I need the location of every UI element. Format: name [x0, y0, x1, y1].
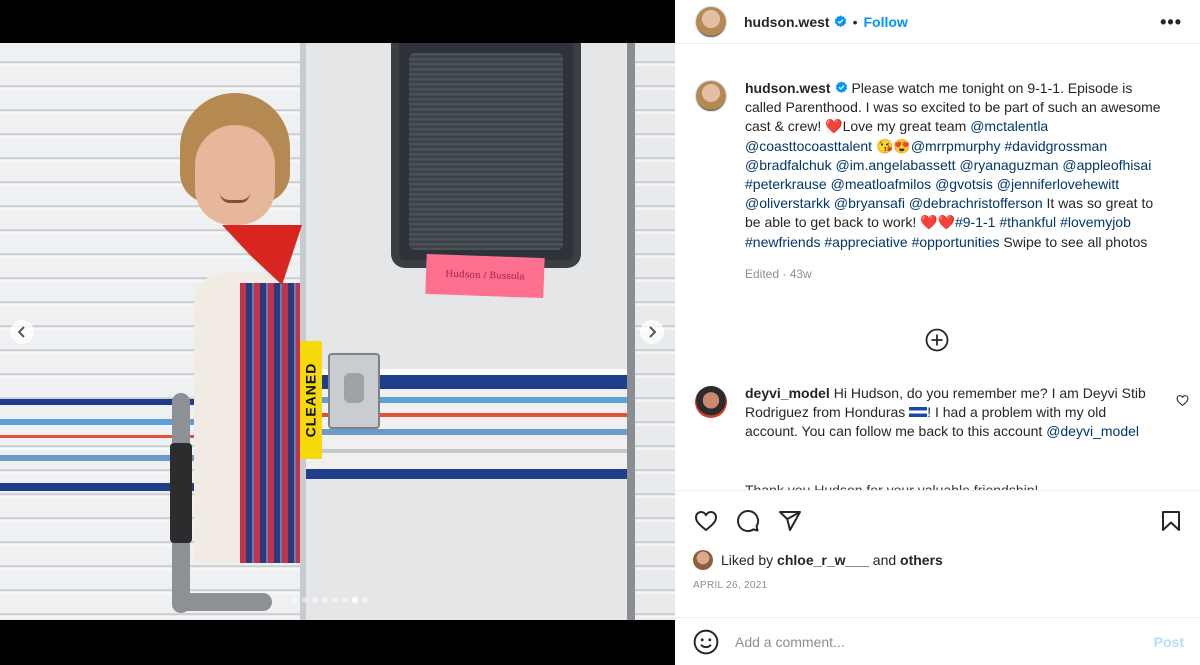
liker-avatar[interactable] [693, 550, 713, 570]
author-avatar[interactable] [695, 5, 727, 38]
caption-link[interactable]: @mctalentla [970, 118, 1048, 134]
grab-rail-grip [170, 443, 192, 543]
caption-emojis: 😘😍 [875, 137, 911, 154]
grab-rail-base [172, 593, 272, 611]
honduras-flag-emoji [909, 407, 928, 418]
caption-link[interactable]: @mrrpmurphy [911, 138, 1001, 154]
caption-author-avatar[interactable] [695, 80, 727, 112]
caption-heart-emoji: ❤️ [825, 118, 843, 135]
action-bar [675, 491, 1200, 551]
caption-link[interactable]: @debrachristofferson [909, 195, 1043, 211]
share-button[interactable] [777, 508, 803, 534]
carousel-next-button[interactable] [640, 320, 664, 344]
caption-link[interactable]: @bradfalchuk [745, 157, 832, 173]
caption-link[interactable]: #9-1-1 [955, 214, 995, 230]
chevron-right-icon [649, 326, 656, 338]
liked-by-others[interactable]: others [900, 552, 943, 568]
heart-icon [694, 510, 718, 532]
comments-scroll-area[interactable]: hudson.west Please watch me tonight on 9… [675, 58, 1200, 490]
liked-by-user[interactable]: chloe_r_w___ [777, 552, 869, 568]
caption-link[interactable]: #newfriends [745, 234, 821, 250]
add-comment-bar: Post [675, 617, 1200, 665]
comment-partial-line: Thank you Hudson for your valuable frien… [745, 482, 1039, 490]
carousel-dots [292, 597, 368, 603]
author-username[interactable]: hudson.west [744, 14, 830, 30]
commenter-avatar[interactable] [695, 386, 727, 418]
plus-circle-icon[interactable] [925, 328, 949, 352]
caption-link[interactable]: #peterkrause [745, 176, 827, 192]
door-handle [328, 353, 380, 429]
carousel-prev-button[interactable] [10, 320, 34, 344]
carousel-dot [322, 597, 328, 603]
post-caption: hudson.west Please watch me tonight on 9… [675, 58, 1200, 284]
caption-link[interactable]: #opportunities [912, 234, 1000, 250]
share-icon [779, 511, 801, 531]
comment-button[interactable] [735, 508, 761, 534]
comment-mention[interactable]: @deyvi_model [1046, 423, 1139, 439]
caption-hearts-emoji: ❤️❤️ [920, 214, 955, 231]
save-button[interactable] [1158, 508, 1184, 534]
comment-body: deyvi_model Hi Hudson, do you remember m… [745, 384, 1155, 442]
caption-link[interactable]: @coasttocoasttalent [745, 138, 872, 154]
bookmark-icon [1162, 511, 1180, 531]
post-comment-button[interactable]: Post [1154, 634, 1184, 650]
carousel-dot [302, 597, 308, 603]
chevron-left-icon [18, 326, 25, 338]
person-shirt [240, 283, 300, 563]
emoji-icon[interactable] [693, 629, 719, 655]
liked-by-mid: and [872, 552, 897, 568]
post-side-panel: hudson.west • Follow ••• hudson.west Ple… [675, 0, 1200, 665]
caption-username[interactable]: hudson.west [745, 80, 831, 96]
commenter-username[interactable]: deyvi_model [745, 385, 830, 401]
verified-badge-icon [835, 81, 847, 93]
trailer-door: Hudson / Bussola CLEANED [298, 43, 635, 620]
post-media[interactable]: Hudson / Bussola CLEANED [0, 0, 675, 665]
caption-link[interactable]: @bryansafi [834, 195, 905, 211]
carousel-dot [352, 597, 358, 603]
carousel-dot [342, 597, 348, 603]
comment-heart-icon[interactable] [1176, 394, 1189, 407]
caption-link[interactable]: @im.angelabassett [835, 157, 955, 173]
edited-timestamp: Edited · 43w [745, 266, 812, 281]
follow-button[interactable]: Follow [863, 14, 907, 30]
comment-input[interactable] [735, 633, 1154, 650]
caption-link[interactable]: @oliverstarkk [745, 195, 830, 211]
carousel-dot [332, 597, 338, 603]
caption-body: hudson.west Please watch me tonight on 9… [745, 58, 1165, 284]
door-note: Hudson / Bussola [425, 253, 545, 299]
carousel-dot [362, 597, 368, 603]
carousel-dot [312, 597, 318, 603]
door-note-text: Hudson / Bussola [445, 269, 525, 283]
like-button[interactable] [693, 508, 719, 534]
caption-link[interactable]: @ryanaguzman [959, 157, 1058, 173]
verified-badge-icon [834, 15, 846, 27]
caption-text-4: Swipe to see all photos [999, 233, 1148, 250]
person-figure [150, 93, 320, 613]
liked-by-prefix: Liked by [721, 552, 774, 568]
caption-link[interactable]: @gvotsis [935, 176, 993, 192]
caption-link[interactable]: @jenniferlovehewitt [997, 176, 1119, 192]
caption-link[interactable]: #appreciative [824, 234, 907, 250]
caption-link[interactable]: #thankful [999, 214, 1056, 230]
caption-link[interactable]: @appleofhisai [1062, 157, 1151, 173]
caption-link[interactable]: @meatloafmilos [831, 176, 932, 192]
caption-text-2: Love my great team [842, 118, 971, 135]
post-date[interactable]: APRIL 26, 2021 [675, 580, 1200, 591]
post-photo: Hudson / Bussola CLEANED [0, 43, 675, 620]
liked-by-row: Liked by chloe_r_w___ and others [675, 550, 1200, 570]
caption-link[interactable]: #davidgrossman [1004, 138, 1107, 154]
caption-link[interactable]: #lovemyjob [1060, 214, 1131, 230]
post-header: hudson.west • Follow ••• [675, 0, 1200, 44]
person-face [195, 125, 275, 225]
carousel-dot [292, 597, 298, 603]
comment-icon [737, 510, 760, 532]
post-actions-section: Liked by chloe_r_w___ and others APRIL 2… [675, 490, 1200, 591]
more-options-button[interactable]: ••• [1160, 13, 1182, 31]
comment-item: deyvi_model Hi Hudson, do you remember m… [695, 384, 1189, 442]
door-window [391, 43, 581, 268]
header-separator: • [852, 13, 858, 30]
